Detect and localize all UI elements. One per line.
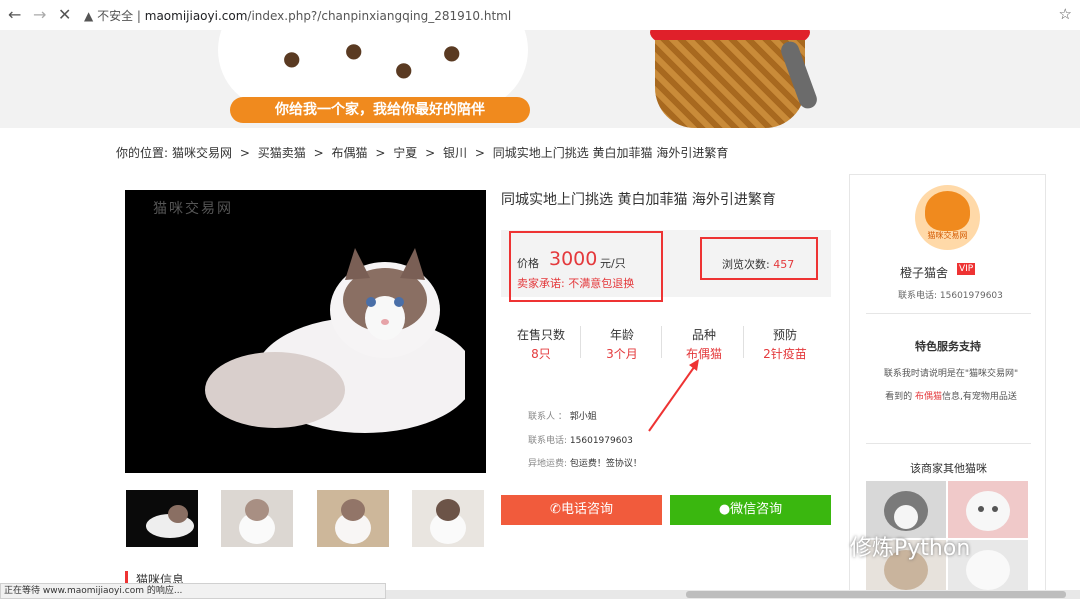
thumbnail-image[interactable] — [317, 490, 389, 547]
breadcrumb-separator: > — [313, 146, 324, 160]
service-desc: 联系我时请说明是在"猫咪交易网" — [883, 369, 1019, 379]
close-icon[interactable]: ✕ — [58, 5, 71, 24]
breadcrumb-separator: > — [474, 146, 485, 160]
price-label: 价格 — [517, 257, 539, 270]
wechat-watermark: 修炼Python — [850, 536, 971, 561]
wechat-icon: ● — [718, 502, 731, 517]
stat-divider — [661, 326, 662, 358]
desc-text: 看到的 — [885, 392, 913, 402]
phone-icon: ✆ — [550, 502, 561, 517]
logo-text: 猫咪交易网 — [927, 231, 968, 240]
breadcrumb: 你的位置: 猫咪交易网 > 买猫卖猫 > 布偶猫 > 宁夏 > 银川 > 同城实地… — [116, 144, 732, 161]
feature-title: 特色服务支持 — [915, 340, 981, 353]
view-count-label: 浏览次数: — [722, 258, 770, 271]
stat-value: 2针疫苗 — [763, 347, 807, 361]
back-arrow-icon[interactable]: ← — [8, 5, 21, 24]
thumbnail-image[interactable] — [221, 490, 293, 547]
breadcrumb-item[interactable]: 银川 — [443, 146, 467, 160]
stat-label: 在售只数 — [516, 328, 565, 342]
shipping-info: 异地运费: 包运费！签协议！ — [528, 456, 642, 469]
address-bar[interactable]: ▲ 不安全 | maomijiaoyi.com/index.php?/chanp… — [84, 7, 511, 24]
stat-value: 8只 — [531, 347, 551, 361]
paw-icon: ● — [283, 46, 301, 70]
view-count: 浏览次数: 457 — [722, 256, 794, 272]
vip-badge: VIP — [957, 263, 976, 275]
security-label: 不安全 — [97, 9, 134, 23]
shop-logo: 猫咪交易网 — [915, 185, 980, 250]
shipping-label: 异地运费: — [528, 459, 568, 469]
scrollbar-thumb[interactable] — [686, 591, 1066, 598]
contact-phone: 联系电话: 15601979603 — [528, 433, 633, 446]
warning-icon: ▲ — [84, 9, 94, 23]
stat-divider — [580, 326, 581, 358]
image-watermark: 猫咪交易网 — [153, 201, 233, 217]
shop-phone: 联系电话: 15601979603 — [898, 291, 1003, 301]
other-cats-title: 该商家其他猫咪 — [910, 462, 987, 475]
breed-link[interactable]: 布偶猫 — [915, 392, 942, 402]
forward-arrow-icon[interactable]: → — [33, 5, 46, 24]
product-main-image[interactable]: 猫咪交易网 — [125, 190, 486, 473]
divider — [866, 443, 1031, 444]
product-title: 同城实地上门挑选 黄白加菲猫 海外引进繁育 — [501, 192, 776, 208]
stat-vaccine: 预防 2针疫苗 — [745, 326, 825, 362]
divider — [866, 313, 1031, 314]
stat-stock: 在售只数 8只 — [501, 326, 581, 362]
price-unit: 元/只 — [600, 257, 626, 270]
banner-slogan: 你给我一个家，我给你最好的陪伴 — [230, 97, 530, 123]
price-value: 3000 — [549, 248, 598, 270]
breadcrumb-item[interactable]: 猫咪交易网 — [172, 146, 232, 160]
cat-photo — [205, 248, 465, 433]
wechat-button-label: 微信咨询 — [730, 502, 783, 517]
breadcrumb-separator: > — [425, 146, 436, 160]
desc-text: 信息,有宠物用品送 — [942, 392, 1017, 402]
stat-label: 预防 — [772, 328, 797, 342]
browser-toolbar: ← → ✕ ▲ 不安全 | maomijiaoyi.com/index.php?… — [0, 0, 1080, 31]
phone-button-label: 电话咨询 — [560, 502, 613, 517]
phone-value: 15601979603 — [569, 436, 633, 446]
service-desc-2: 看到的 布偶猫信息,有宠物用品送 — [866, 389, 1036, 402]
seller-promise: 卖家承诺: 不满意包退换 — [517, 277, 635, 290]
stat-label: 品种 — [691, 328, 716, 342]
browser-status-bar: 正在等待 www.maomijiaoyi.com 的响应... — [0, 583, 386, 599]
breadcrumb-separator: > — [375, 146, 386, 160]
url-host: maomijiaoyi.com — [144, 9, 248, 23]
phone-consult-button[interactable]: ✆电话咨询 — [501, 495, 662, 525]
shop-name[interactable]: 橙子猫舍 — [900, 264, 948, 281]
breadcrumb-separator: > — [239, 146, 250, 160]
annotation-arrow — [648, 359, 699, 432]
breadcrumb-item[interactable]: 宁夏 — [393, 146, 417, 160]
wechat-consult-button[interactable]: ●微信咨询 — [670, 495, 831, 525]
breadcrumb-item[interactable]: 布偶猫 — [332, 146, 368, 160]
contact-value: 郭小姐 — [569, 412, 597, 422]
horizontal-scrollbar[interactable] — [386, 590, 1080, 599]
contact-person: 联系人 ： 郭小姐 — [528, 412, 597, 422]
star-icon[interactable]: ☆ — [1059, 5, 1072, 23]
breadcrumb-item-current: 同城实地上门挑选 黄白加菲猫 海外引进繁育 — [492, 146, 729, 160]
url-path: /index.php?/chanpinxiangqing_281910.html — [247, 9, 512, 23]
breadcrumb-item[interactable]: 买猫卖猫 — [258, 146, 306, 160]
shipping-value: 包运费！签协议！ — [569, 459, 642, 469]
header-banner: ● ● ● ● 你给我一个家，我给你最好的陪伴 — [0, 30, 1080, 128]
view-count-value: 457 — [773, 258, 795, 271]
paw-icon: ● — [345, 38, 363, 62]
thumbnail-image[interactable] — [412, 490, 484, 547]
paw-icon: ● — [395, 57, 413, 81]
stat-label: 年龄 — [609, 328, 634, 342]
stat-divider — [743, 326, 744, 358]
breadcrumb-prefix: 你的位置: — [116, 146, 169, 160]
paw-icon: ● — [443, 40, 461, 64]
contact-label: 联系人 — [528, 412, 556, 422]
logo-graphic — [925, 191, 970, 231]
phone-label: 联系电话: — [528, 436, 568, 446]
thumbnail-image[interactable] — [126, 490, 198, 547]
